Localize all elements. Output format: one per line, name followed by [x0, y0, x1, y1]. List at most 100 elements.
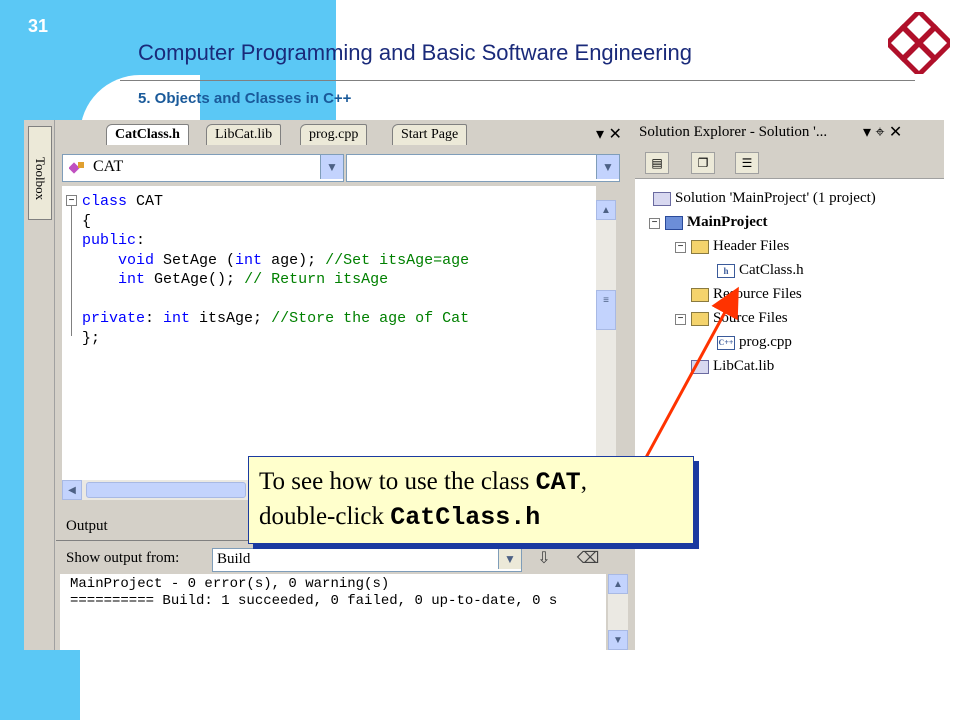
tab-libcat-lib[interactable]: LibCat.lib — [206, 124, 282, 145]
code-token: { — [82, 212, 92, 230]
callout-text-part: double-click — [259, 503, 391, 530]
editor-tab-strip: CatClass.h LibCat.lib prog.cpp Start Pag… — [56, 120, 638, 146]
code-token: int — [163, 310, 191, 327]
tree-label: Solution 'MainProject' (1 project) — [675, 190, 876, 206]
tab-prog-cpp[interactable]: prog.cpp — [300, 124, 368, 145]
refresh-icon[interactable]: ☰ — [735, 152, 759, 174]
editor-window-controls[interactable]: ▾ ✕ — [596, 124, 622, 144]
solution-explorer-controls[interactable]: ▾ ⌖ ✕ — [863, 122, 902, 142]
toolbox-label: Toolbox — [33, 157, 48, 201]
solution-explorer: Solution Explorer - Solution '... ▾ ⌖ ✕ … — [632, 120, 944, 650]
output-text-area[interactable]: MainProject - 0 error(s), 0 warning(s) =… — [60, 574, 606, 650]
code-token: SetAge ( — [154, 251, 236, 269]
header-file-icon: h — [717, 263, 735, 278]
code-token: class — [82, 193, 128, 210]
outline-line — [71, 206, 72, 336]
title-divider — [120, 80, 915, 81]
output-source-label: Show output from: — [66, 550, 180, 566]
output-source-value: Build — [217, 551, 251, 567]
callout-text-part: To see how to use the class — [259, 468, 536, 495]
chevron-down-icon[interactable]: ▼ — [320, 155, 343, 179]
callout-code: CatClass.h — [390, 503, 541, 532]
tree-node-resource-files[interactable]: Resource Files — [691, 286, 802, 303]
editor-vertical-scrollbar[interactable]: ▲ ≡ — [596, 200, 616, 490]
code-comment: // Return itsAge — [244, 271, 389, 288]
properties-icon[interactable]: ▤ — [645, 152, 669, 174]
code-token: void — [118, 251, 155, 269]
scroll-thumb[interactable] — [86, 482, 246, 498]
code-token: int — [235, 251, 263, 269]
collapse-icon[interactable]: − — [675, 314, 686, 325]
code-token: GetAge(); — [145, 271, 245, 288]
code-comment: //Store the age of Cat — [271, 310, 470, 327]
code-token: itsAge; — [190, 310, 272, 327]
toolbox-strip: Toolbox — [24, 120, 55, 650]
go-to-next-message-icon[interactable]: ⇩ — [532, 548, 556, 570]
scroll-thumb[interactable]: ≡ — [596, 290, 616, 330]
folder-open-icon — [691, 311, 709, 326]
output-line: MainProject - 0 error(s), 0 warning(s) — [70, 576, 390, 592]
collapse-icon[interactable]: − — [675, 242, 686, 253]
callout-text: To see how to use the class CAT, double-c… — [259, 465, 587, 535]
code-token: : — [136, 232, 146, 249]
collapse-icon[interactable]: − — [649, 218, 660, 229]
show-all-files-icon[interactable]: ❐ — [691, 152, 715, 174]
tree-node-header-files[interactable]: Header Files — [691, 238, 789, 255]
scroll-up-icon[interactable]: ▲ — [608, 574, 628, 594]
code-token: private — [82, 310, 146, 327]
collapse-toggle-icon[interactable]: − — [66, 195, 77, 206]
toolbox-tab[interactable]: Toolbox — [28, 126, 52, 220]
tree-node-catclass-h[interactable]: h CatClass.h — [717, 262, 804, 279]
callout-code: CAT — [535, 468, 581, 497]
output-log: MainProject - 0 error(s), 0 warning(s) =… — [70, 576, 557, 610]
code-token: }; — [82, 329, 101, 347]
chevron-down-icon[interactable]: ▼ — [596, 155, 619, 179]
code-editor[interactable]: − class CAT { public: void SetAge (int a… — [62, 186, 596, 486]
tree-label: Header Files — [713, 238, 790, 254]
solution-explorer-toolbar: ▤ ❐ ☰ — [635, 146, 944, 179]
chevron-down-icon[interactable]: ▼ — [498, 549, 521, 569]
class-dropdown-value: CAT — [93, 158, 124, 175]
output-line: ========== Build: 1 succeeded, 0 failed,… — [70, 593, 558, 609]
member-dropdown[interactable]: ▼ — [346, 154, 620, 182]
solution-icon — [653, 191, 671, 206]
cpp-file-icon: C++ — [717, 335, 735, 350]
tree-label: MainProject — [687, 214, 768, 230]
tree-node-source-files[interactable]: Source Files — [691, 310, 788, 327]
university-logo — [888, 12, 950, 74]
tab-catclass-h[interactable]: CatClass.h — [106, 124, 189, 145]
tree-node-solution[interactable]: Solution 'MainProject' (1 project) — [653, 190, 876, 207]
code-token: public — [82, 232, 137, 249]
scroll-left-icon[interactable]: ◀ — [62, 480, 82, 500]
scroll-down-icon[interactable]: ▼ — [608, 630, 628, 650]
tree-node-libcat-lib[interactable]: LibCat.lib — [691, 358, 774, 375]
folder-open-icon — [691, 239, 709, 254]
output-title: Output — [66, 518, 108, 534]
code-comment: //Set itsAge=age — [325, 251, 470, 269]
code-text: class CAT { public: void SetAge (int age… — [82, 192, 469, 348]
output-vertical-scrollbar[interactable]: ▲ ▼ — [608, 574, 628, 650]
code-token: int — [118, 271, 146, 288]
tree-label: prog.cpp — [739, 334, 792, 350]
scroll-up-icon[interactable]: ▲ — [596, 200, 616, 220]
class-dropdown[interactable]: CAT ▼ — [62, 154, 344, 182]
code-token: CAT — [127, 193, 164, 210]
output-source-select[interactable]: Build ▼ — [212, 548, 522, 572]
tab-start-page[interactable]: Start Page — [392, 124, 468, 145]
project-icon — [665, 215, 683, 230]
callout-text-part: , — [580, 468, 587, 495]
tree-node-prog-cpp[interactable]: C++ prog.cpp — [717, 334, 792, 351]
tree-node-project[interactable]: MainProject — [665, 214, 768, 231]
folder-icon — [691, 287, 709, 302]
ide-screenshot: Toolbox CatClass.h LibCat.lib prog.cpp S… — [24, 120, 944, 650]
solution-explorer-header: Solution Explorer - Solution '... ▾ ⌖ ✕ — [635, 120, 944, 146]
class-icon — [69, 162, 84, 174]
solution-tree: Solution 'MainProject' (1 project) − Mai… — [635, 182, 944, 642]
slide-number: 31 — [28, 16, 49, 36]
slide-title: Computer Programming and Basic Software … — [138, 40, 692, 65]
tree-label: Resource Files — [713, 286, 802, 302]
solution-explorer-title: Solution Explorer - Solution '... — [639, 124, 828, 140]
clear-all-icon[interactable]: ⌫ — [576, 548, 600, 570]
library-file-icon — [691, 359, 709, 374]
code-token: age); — [262, 251, 326, 269]
